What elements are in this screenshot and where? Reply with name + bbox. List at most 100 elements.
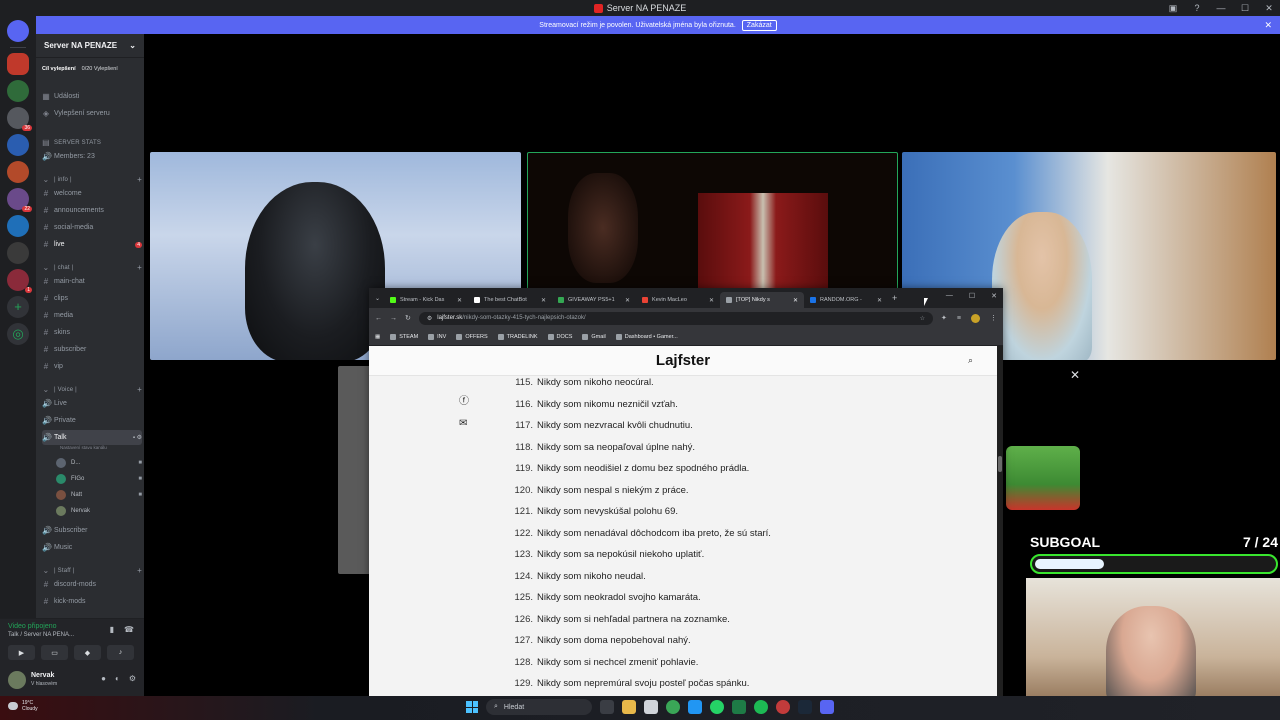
apps-grid-icon[interactable]: ▦ bbox=[375, 334, 380, 340]
add-server-icon[interactable]: + bbox=[7, 296, 29, 318]
voice-channel-music[interactable]: 🔊 Music bbox=[42, 540, 142, 555]
disable-streamer-mode-button[interactable]: Zakázat bbox=[741, 19, 777, 31]
screen-share-button[interactable]: ▭ bbox=[41, 645, 68, 660]
menu-icon[interactable]: ⋮ bbox=[990, 314, 997, 322]
profile-avatar-icon[interactable] bbox=[971, 313, 980, 323]
add-channel-icon[interactable]: + bbox=[137, 566, 142, 575]
app-icon[interactable] bbox=[776, 700, 790, 714]
category-server-stats[interactable]: ▤ SERVER STATS bbox=[42, 135, 142, 150]
new-tab-button[interactable]: + bbox=[892, 293, 897, 303]
channel-status-hint[interactable]: Nastavení stavu kanálu bbox=[60, 445, 107, 450]
close-tab-icon[interactable]: ✕ bbox=[541, 297, 546, 304]
signal-icon[interactable]: ▮ bbox=[110, 625, 114, 634]
facebook-share-icon[interactable]: ⓕ bbox=[459, 392, 469, 407]
activities-button[interactable]: ◆ bbox=[74, 645, 101, 660]
close-tab-icon[interactable]: ✕ bbox=[625, 297, 630, 304]
discord-icon[interactable] bbox=[820, 700, 834, 714]
bookmark-item[interactable]: INV bbox=[428, 333, 446, 340]
windows-start-icon[interactable] bbox=[466, 701, 478, 713]
forward-icon[interactable]: → bbox=[390, 315, 397, 322]
voice-member[interactable]: D... ■ bbox=[56, 455, 142, 470]
bookmark-item[interactable]: STEAM bbox=[390, 333, 418, 340]
maximize-button[interactable]: ☐ bbox=[1238, 3, 1252, 14]
server-upgrades-link[interactable]: ◈ Vylepšení serveru bbox=[42, 106, 142, 121]
server-icon[interactable]: 22 bbox=[7, 188, 32, 212]
channel-vip[interactable]: # vip bbox=[42, 359, 142, 374]
add-channel-icon[interactable]: + bbox=[137, 175, 142, 184]
server-icon[interactable] bbox=[7, 215, 29, 237]
channel-clips[interactable]: # clips bbox=[42, 291, 142, 306]
media-controls-icon[interactable]: ≡ bbox=[957, 315, 961, 322]
voice-channel-subscriber[interactable]: 🔊 Subscriber bbox=[42, 523, 142, 538]
browser-tab[interactable]: RANDOM.ORG - ✕ bbox=[804, 292, 888, 308]
help-icon[interactable]: ? bbox=[1190, 3, 1204, 13]
browser-tab[interactable]: Kevin MacLeo ✕ bbox=[636, 292, 720, 308]
email-share-icon[interactable]: ✉ bbox=[459, 418, 467, 429]
voice-member[interactable]: Natt ■ bbox=[56, 487, 142, 502]
bookmark-item[interactable]: Gmail bbox=[582, 333, 606, 340]
channel-subscriber[interactable]: # subscriber bbox=[42, 342, 142, 357]
store-icon[interactable] bbox=[644, 700, 658, 714]
events-link[interactable]: ▦ Události bbox=[42, 89, 142, 104]
page-scrollbar[interactable] bbox=[997, 346, 1003, 696]
discord-home-icon[interactable] bbox=[7, 20, 29, 42]
close-tab-icon[interactable]: ✕ bbox=[709, 297, 714, 304]
site-logo[interactable]: Lajfster bbox=[656, 352, 710, 369]
close-tab-icon[interactable]: ✕ bbox=[793, 297, 798, 304]
server-icon[interactable] bbox=[7, 80, 29, 102]
excel-icon[interactable] bbox=[732, 700, 746, 714]
voice-location[interactable]: Talk / Server NA PENA... bbox=[8, 632, 74, 638]
disconnect-icon[interactable]: ☎ bbox=[124, 625, 134, 634]
reload-icon[interactable]: ↻ bbox=[405, 314, 411, 322]
inbox-icon[interactable]: ▣ bbox=[1166, 3, 1180, 14]
file-explorer-icon[interactable] bbox=[622, 700, 636, 714]
app-icon[interactable] bbox=[688, 700, 702, 714]
close-tab-icon[interactable]: ✕ bbox=[457, 297, 462, 304]
camera-toggle-button[interactable]: ▶ bbox=[8, 645, 35, 660]
category-info[interactable]: ⌄ | info | + bbox=[42, 172, 142, 187]
voice-channel-private[interactable]: 🔊 Private bbox=[42, 413, 142, 428]
minimize-button[interactable]: — bbox=[1214, 3, 1228, 13]
search-icon[interactable]: ⌕ bbox=[968, 355, 973, 366]
category-voice[interactable]: ⌄ | Voice | + bbox=[42, 382, 142, 397]
bookmark-star-icon[interactable]: ☆ bbox=[920, 315, 925, 322]
add-channel-icon[interactable]: + bbox=[137, 385, 142, 394]
channel-main-chat[interactable]: # main-chat bbox=[42, 274, 142, 289]
channel-announcements[interactable]: # announcements bbox=[42, 203, 142, 218]
site-info-icon[interactable]: ⚙ bbox=[427, 315, 432, 322]
whatsapp-icon[interactable] bbox=[710, 700, 724, 714]
bookmark-item[interactable]: TRADELINK bbox=[497, 333, 538, 340]
close-tab-icon[interactable]: ✕ bbox=[877, 297, 882, 304]
spotify-icon[interactable] bbox=[754, 700, 768, 714]
close-window-button[interactable]: ✕ bbox=[1262, 3, 1276, 14]
channel-social-media[interactable]: # social-media bbox=[42, 220, 142, 235]
close-notice-icon[interactable]: ✕ bbox=[1264, 20, 1272, 31]
back-icon[interactable]: ← bbox=[375, 315, 382, 322]
server-header[interactable]: Server NA PENAZE ⌄ bbox=[36, 34, 144, 58]
channel-live[interactable]: # live 4 bbox=[42, 237, 142, 252]
voice-channel-talk[interactable]: 🔊 Talk ▪ ⚙ bbox=[42, 430, 142, 445]
bookmark-item[interactable]: Dashboard • Gamer... bbox=[615, 333, 678, 340]
chrome-icon[interactable] bbox=[666, 700, 680, 714]
task-view-icon[interactable] bbox=[600, 700, 614, 714]
extensions-icon[interactable]: ✦ bbox=[941, 314, 947, 322]
voice-member[interactable]: FIGo ■ bbox=[56, 471, 142, 486]
bookmark-item[interactable]: OFFERS bbox=[456, 333, 488, 340]
bookmark-item[interactable]: DOCS bbox=[547, 333, 572, 340]
channel-media[interactable]: # media bbox=[42, 308, 142, 323]
server-icon[interactable]: 1 bbox=[7, 269, 32, 293]
gear-icon[interactable]: ⚙ bbox=[129, 674, 136, 683]
maximize-button[interactable]: ☐ bbox=[969, 292, 975, 300]
boost-goal[interactable]: Cíl vylepšení 0/20 Vylepšení bbox=[42, 62, 138, 76]
address-bar[interactable]: ⚙ lajfster.sk/nikdy-som-otazky-415-tych-… bbox=[418, 311, 934, 325]
browser-tab[interactable]: [TOP] Nikdy s ✕ bbox=[720, 292, 805, 308]
tab-search-icon[interactable]: ⌄ bbox=[375, 295, 380, 302]
channel-kick-mods[interactable]: # kick-mods bbox=[42, 594, 142, 609]
soundboard-button[interactable]: ♪ bbox=[107, 645, 134, 660]
browser-tab[interactable]: The best ChatBot ✕ bbox=[468, 292, 552, 308]
microphone-icon[interactable]: ● bbox=[101, 674, 106, 683]
channel-members[interactable]: 🔊 Members: 23 bbox=[42, 149, 142, 164]
server-icon[interactable] bbox=[7, 242, 29, 264]
close-window-button[interactable]: ✕ bbox=[991, 292, 997, 300]
weather-widget[interactable]: 19°C Cloudy bbox=[8, 700, 38, 712]
